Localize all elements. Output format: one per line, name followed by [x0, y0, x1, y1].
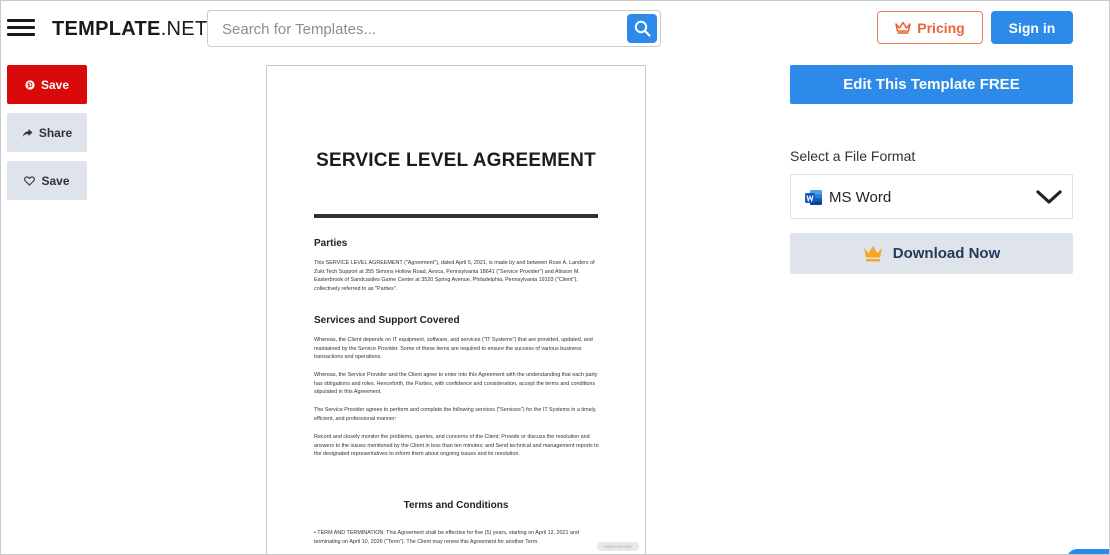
logo-bold-text: TEMPLATE — [52, 18, 161, 40]
edit-template-button[interactable]: Edit This Template FREE — [790, 65, 1073, 104]
search-icon — [634, 20, 651, 37]
file-format-value: MS Word — [829, 189, 892, 206]
logo-light-text: .NET — [160, 18, 208, 40]
section-heading-terms: Terms and Conditions — [403, 500, 509, 511]
watermark-badge: TEMPLATE.NET — [597, 542, 639, 551]
download-now-label: Download Now — [892, 245, 1001, 262]
hamburger-menu-icon[interactable] — [7, 19, 35, 37]
document-preview[interactable]: SERVICE LEVEL AGREEMENT Parties This SER… — [266, 65, 646, 554]
parties-paragraph: This SERVICE LEVEL AGREEMENT ("Agreement… — [314, 260, 595, 292]
search-button[interactable] — [627, 14, 657, 43]
search-bar — [207, 10, 661, 47]
download-now-button[interactable]: Download Now — [790, 233, 1073, 274]
crown-icon — [895, 21, 912, 34]
document-title: SERVICE LEVEL AGREEMENT — [316, 150, 596, 171]
services-paragraph-3: The Service Provider agrees to perform a… — [314, 407, 597, 422]
ms-word-icon — [805, 190, 822, 205]
search-input[interactable] — [222, 19, 622, 39]
pricing-label: Pricing — [917, 19, 965, 36]
top-header: TEMPLATE.NET Pricing Sign in — [1, 1, 1109, 56]
pinterest-icon — [25, 79, 35, 90]
section-heading-services: Services and Support Covered — [314, 315, 460, 326]
heart-icon — [24, 175, 36, 186]
page-frame: TEMPLATE.NET Pricing Sign in — [0, 0, 1110, 555]
title-divider — [314, 214, 598, 218]
pinterest-save-label: Save — [40, 77, 70, 92]
section-heading-parties: Parties — [314, 238, 348, 249]
site-logo[interactable]: TEMPLATE.NET — [52, 18, 207, 41]
crown-icon — [863, 246, 882, 262]
file-format-label: Select a File Format — [790, 148, 916, 164]
share-label: Share — [38, 125, 73, 140]
sign-in-label: Sign in — [1008, 19, 1056, 36]
services-paragraph-4: Record and closely monitor the problems,… — [314, 434, 599, 458]
pinterest-save-button[interactable]: Save — [7, 65, 87, 104]
chat-widget-button[interactable] — [1067, 549, 1109, 554]
share-arrow-icon — [22, 128, 33, 137]
services-paragraph-1: Whereas, the Client depends on IT equipm… — [314, 337, 593, 361]
terms-paragraph-1: • TERM AND TERMINATION. This Agreement s… — [314, 530, 580, 545]
heart-save-button[interactable]: Save — [7, 161, 87, 200]
sign-in-button[interactable]: Sign in — [991, 11, 1073, 44]
chevron-down-icon — [1036, 190, 1062, 204]
file-format-select[interactable]: MS Word — [790, 174, 1073, 219]
pricing-button[interactable]: Pricing — [877, 11, 983, 44]
share-button[interactable]: Share — [7, 113, 87, 152]
services-paragraph-2: Whereas, the Service Provider and the Cl… — [314, 372, 598, 396]
edit-template-label: Edit This Template FREE — [843, 76, 1020, 93]
heart-save-label: Save — [41, 173, 70, 188]
